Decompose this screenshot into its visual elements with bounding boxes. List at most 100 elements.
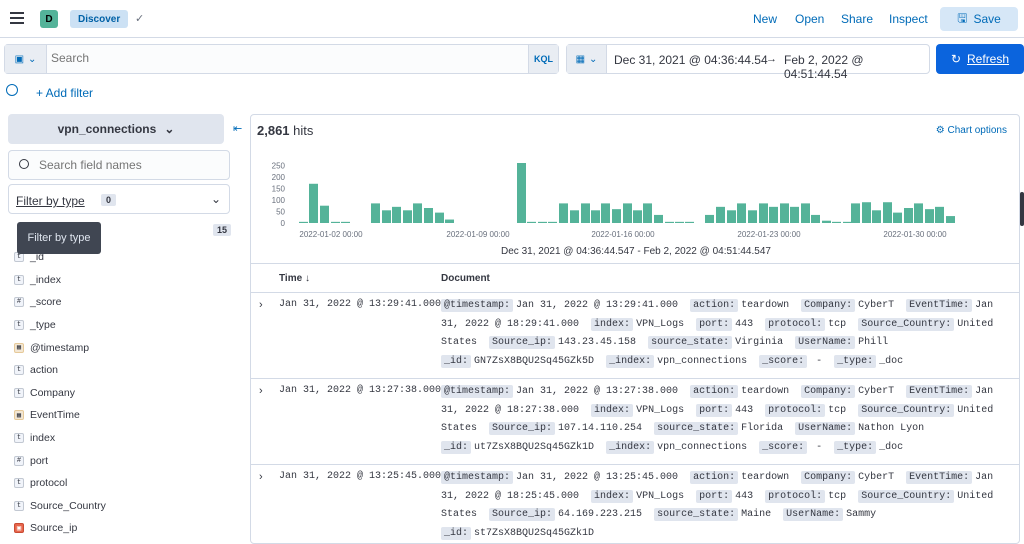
add-filter-button[interactable]: + Add filter (36, 86, 93, 100)
histogram-bar[interactable] (737, 203, 746, 223)
histogram-bar[interactable] (654, 214, 663, 223)
histogram-bar[interactable] (445, 219, 454, 223)
refresh-button[interactable]: ↻ Refresh (936, 44, 1024, 74)
share-link[interactable]: Share (841, 12, 873, 26)
histogram-bar[interactable] (403, 210, 412, 223)
histogram-bar[interactable] (935, 206, 944, 223)
histogram-bar[interactable] (946, 216, 955, 223)
chart-options-button[interactable]: ⚙ Chart options (936, 125, 1007, 136)
menu-icon[interactable] (10, 12, 24, 24)
table-row[interactable]: › Jan 31, 2022 @ 13:25:45.000 @timestamp: J… (251, 465, 1019, 543)
row-time: Jan 31, 2022 @ 13:29:41.000 (279, 299, 442, 310)
field-item-eventtime[interactable]: ▦ EventTime (14, 404, 224, 427)
histogram-bar[interactable] (392, 206, 401, 223)
histogram-bar[interactable] (832, 221, 841, 223)
field-value: Maine (741, 509, 772, 520)
field-item-index[interactable]: t _index (14, 269, 224, 292)
histogram-bar[interactable] (883, 202, 892, 223)
histogram-bar[interactable] (538, 221, 547, 223)
histogram-bar[interactable] (801, 203, 810, 223)
field-item-sourceip[interactable]: ▣ Source_ip (14, 517, 224, 540)
filter-by-type-button[interactable]: Filter by type 0 ⌄ (8, 184, 230, 214)
column-time[interactable]: Time ↓ (279, 273, 310, 284)
expand-row-icon[interactable]: › (259, 471, 263, 483)
histogram-bar[interactable] (925, 209, 934, 223)
table-row[interactable]: › Jan 31, 2022 @ 13:29:41.000 @timestamp: J… (251, 293, 1019, 379)
inspect-link[interactable]: Inspect (889, 12, 928, 26)
field-item-index[interactable]: t index (14, 427, 224, 450)
new-link[interactable]: New (753, 12, 777, 26)
histogram-bar[interactable] (769, 206, 778, 223)
histogram-bar[interactable] (527, 221, 536, 223)
scrollbar-handle[interactable] (1020, 192, 1024, 226)
field-item-score[interactable]: # _score (14, 291, 224, 314)
histogram-bar[interactable] (591, 210, 600, 223)
histogram-bar[interactable] (643, 203, 652, 223)
histogram-bar[interactable] (872, 210, 881, 223)
histogram-bar[interactable] (435, 212, 444, 223)
histogram-bar[interactable] (581, 203, 590, 223)
histogram-bar[interactable] (914, 203, 923, 223)
histogram-bar[interactable] (633, 210, 642, 223)
field-item-protocol[interactable]: t protocol (14, 472, 224, 495)
histogram-bar[interactable] (299, 221, 308, 223)
histogram-bar[interactable] (424, 208, 433, 223)
histogram-bar[interactable] (727, 210, 736, 223)
histogram-bar[interactable] (790, 206, 799, 223)
histogram-bar[interactable] (716, 206, 725, 223)
table-row[interactable]: › Jan 31, 2022 @ 13:27:38.000 @timestamp: J… (251, 379, 1019, 465)
histogram-bar[interactable] (822, 220, 831, 223)
histogram-bar[interactable] (559, 203, 568, 223)
histogram-bar[interactable] (811, 214, 820, 223)
filter-menu-icon[interactable] (6, 84, 18, 96)
histogram-bar[interactable] (382, 210, 391, 223)
histogram-bar[interactable] (685, 221, 694, 223)
histogram-bar[interactable] (705, 214, 714, 223)
open-link[interactable]: Open (795, 12, 824, 26)
histogram-bar[interactable] (612, 209, 621, 223)
histogram-bar[interactable] (843, 221, 852, 223)
histogram-bar[interactable] (320, 205, 329, 223)
search-input[interactable] (51, 51, 521, 65)
histogram-bar[interactable] (748, 210, 757, 223)
histogram-bar[interactable] (601, 203, 610, 223)
histogram-bar[interactable] (341, 221, 350, 223)
field-item-type[interactable]: t _type (14, 314, 224, 337)
save-button[interactable]: 🖫 Save (940, 7, 1018, 31)
index-pattern-selector[interactable]: vpn_connections ⌄ (8, 114, 224, 144)
field-item-company[interactable]: t Company (14, 382, 224, 405)
histogram-bar[interactable] (548, 221, 557, 223)
histogram-bar[interactable] (665, 221, 674, 223)
histogram-bar[interactable] (904, 208, 913, 223)
field-item-action[interactable]: t action (14, 359, 224, 382)
histogram-bar[interactable] (331, 221, 340, 223)
field-item-timestamp[interactable]: ▦ @timestamp (14, 336, 224, 359)
histogram-bar[interactable] (893, 212, 902, 223)
histogram-bar[interactable] (517, 163, 526, 223)
histogram-chart[interactable]: 0 50 100 150 200 250 2022-01-02 00:00 2022-01-0… (251, 153, 1020, 245)
histogram-bar[interactable] (851, 203, 860, 223)
end-date[interactable]: Feb 2, 2022 @ 04:51:44.54 (784, 53, 929, 81)
histogram-bar[interactable] (780, 203, 789, 223)
kql-button[interactable]: KQL (528, 45, 558, 73)
breadcrumb-discover[interactable]: Discover (70, 10, 129, 28)
field-search-input[interactable] (39, 158, 219, 172)
histogram-bar[interactable] (309, 183, 318, 223)
quick-select-button[interactable]: ▦ ⌄ (567, 45, 607, 73)
field-item-sourcecountry[interactable]: t Source_Country (14, 495, 224, 518)
field-item-port[interactable]: # port (14, 449, 224, 472)
histogram-bar[interactable] (675, 221, 684, 223)
gear-icon: ⚙ (935, 125, 945, 136)
histogram-bar[interactable] (371, 203, 380, 223)
start-date[interactable]: Dec 31, 2021 @ 04:36:44.54 (614, 53, 768, 67)
space-avatar[interactable]: D (40, 10, 58, 28)
histogram-bar[interactable] (413, 203, 422, 223)
histogram-bar[interactable] (623, 203, 632, 223)
expand-row-icon[interactable]: › (259, 385, 263, 397)
expand-row-icon[interactable]: › (259, 299, 263, 311)
saved-query-button[interactable]: ▣ ⌄ (5, 45, 47, 73)
collapse-sidebar-icon[interactable]: ⇤ (233, 122, 242, 135)
histogram-bar[interactable] (570, 210, 579, 223)
histogram-bar[interactable] (862, 202, 871, 223)
histogram-bar[interactable] (759, 203, 768, 223)
